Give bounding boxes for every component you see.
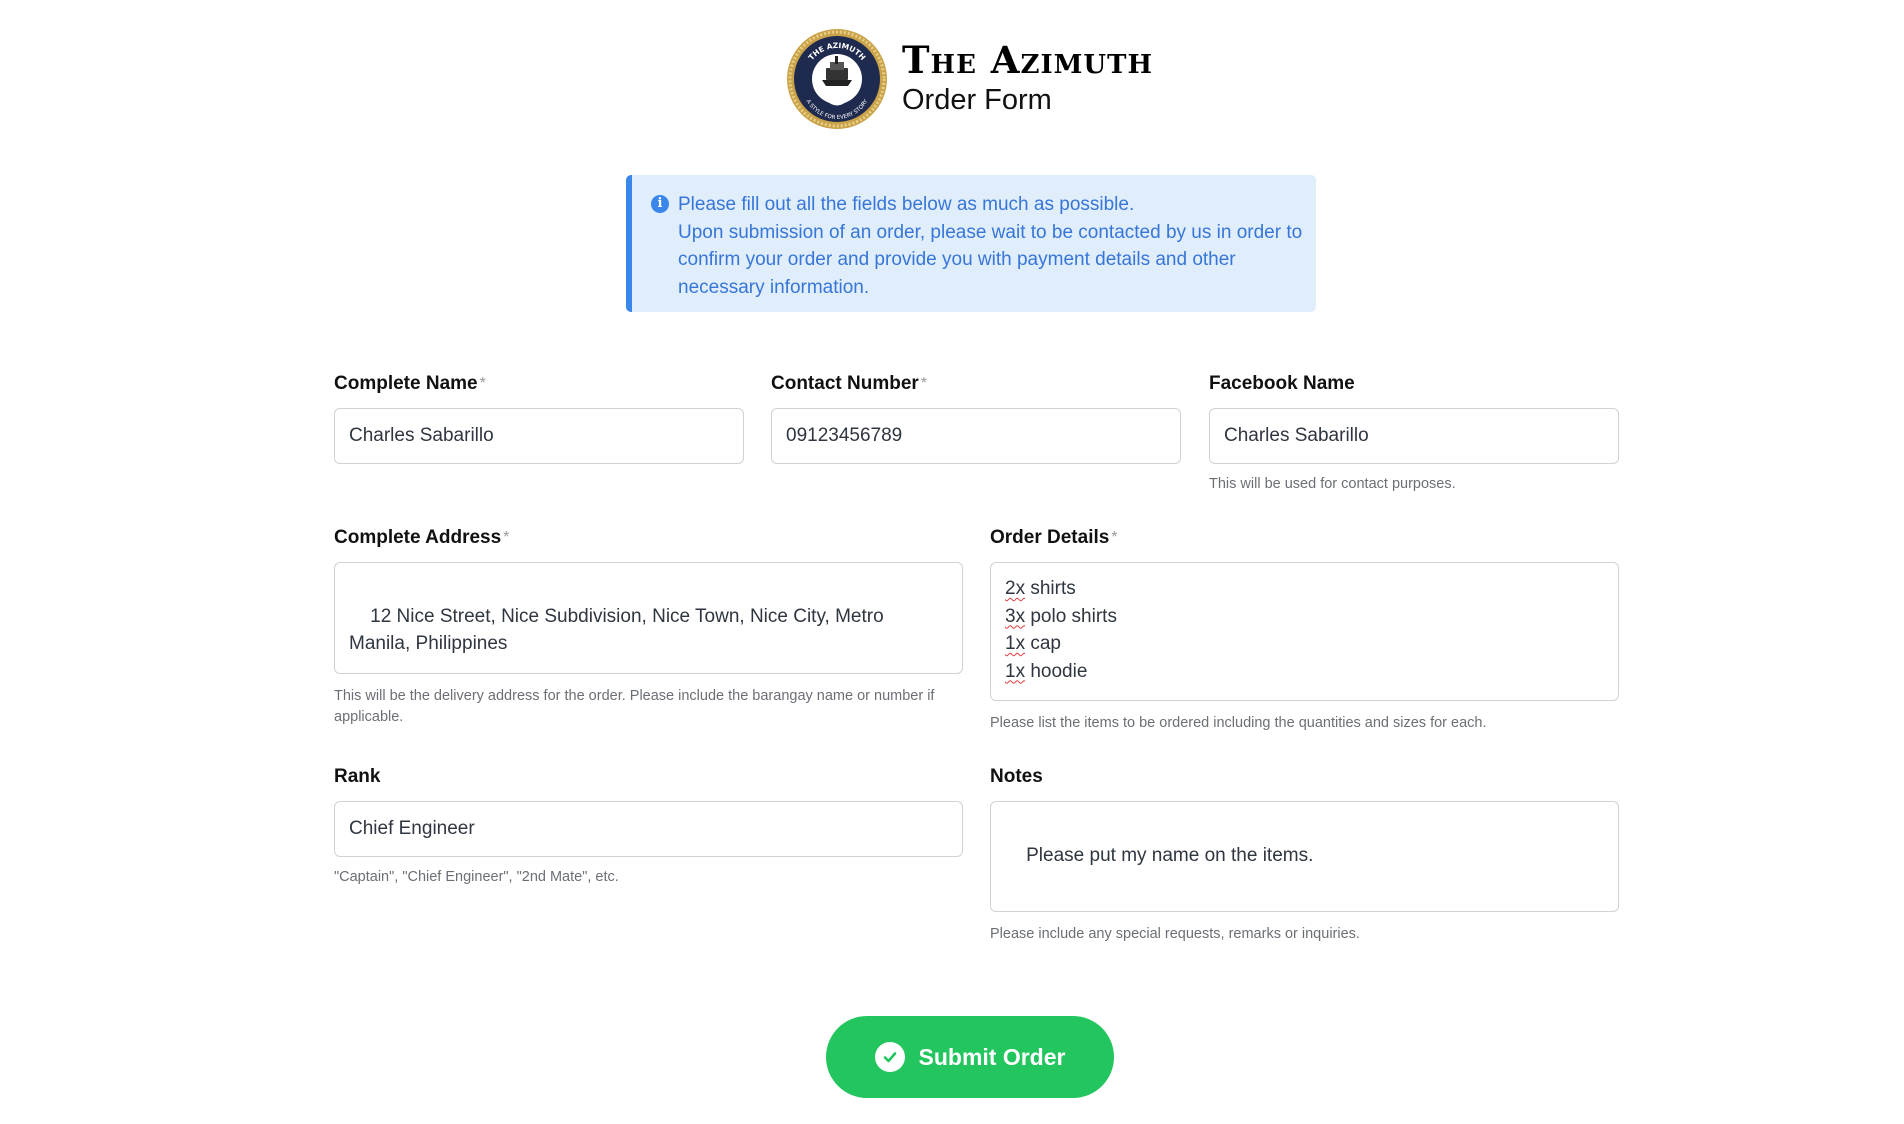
order-line: 2x shirts xyxy=(1005,575,1604,603)
complete-name-label-text: Complete Name xyxy=(334,373,478,394)
order-line: 1x hoodie xyxy=(1005,658,1604,686)
required-mark: * xyxy=(920,375,928,392)
complete-name-input[interactable]: Charles Sabarillo xyxy=(334,408,744,464)
contact-number-value: 09123456789 xyxy=(786,425,903,446)
order-details-textarea[interactable]: 2x shirts 3x polo shirts 1x cap 1x hoodi… xyxy=(990,562,1619,701)
contact-number-input[interactable]: 09123456789 xyxy=(771,408,1181,464)
complete-name-label: Complete Name * xyxy=(334,372,486,396)
required-mark: * xyxy=(479,375,486,392)
notes-help: Please include any special requests, rem… xyxy=(990,926,1360,942)
contact-number-label: Contact Number * xyxy=(771,372,927,396)
notes-label-text: Notes xyxy=(990,766,1043,787)
rank-label: Rank xyxy=(334,765,380,789)
complete-address-label-text: Complete Address xyxy=(334,527,502,548)
order-line-qty: 1x xyxy=(1005,660,1026,682)
page-title: Order Form xyxy=(902,84,1052,116)
order-line-item: polo shirts xyxy=(1025,605,1117,627)
info-icon: i xyxy=(651,195,669,213)
required-mark: * xyxy=(503,529,510,546)
order-line-qty: 2x xyxy=(1005,578,1026,599)
order-line: 1x cap xyxy=(1005,630,1604,658)
rank-input[interactable]: Chief Engineer xyxy=(334,801,963,857)
order-details-help: Please list the items to be ordered incl… xyxy=(990,715,1487,731)
submit-order-button[interactable]: Submit Order xyxy=(826,1016,1114,1098)
order-line: 3x polo shirts xyxy=(1005,603,1604,631)
facebook-name-label-text: Facebook Name xyxy=(1209,373,1355,394)
complete-name-value: Charles Sabarillo xyxy=(349,425,494,446)
facebook-name-label: Facebook Name xyxy=(1209,372,1355,396)
order-details-label-text: Order Details xyxy=(990,527,1110,548)
required-mark: * xyxy=(1111,529,1118,546)
complete-address-help: This will be the delivery address for th… xyxy=(334,688,935,725)
header: THE AZIMUTH A STYLE FOR EVERY STORY The … xyxy=(786,26,1153,132)
facebook-name-help: This will be used for contact purposes. xyxy=(1209,476,1456,492)
notice-line-1: Please fill out all the fields below as … xyxy=(678,194,1135,215)
order-line-item: hoodie xyxy=(1025,660,1088,682)
logo: THE AZIMUTH A STYLE FOR EVERY STORY xyxy=(786,28,888,130)
rank-help: "Captain", "Chief Engineer", "2nd Mate",… xyxy=(334,869,619,885)
complete-address-value: 12 Nice Street, Nice Subdivision, Nice T… xyxy=(349,605,889,655)
submit-order-label: Submit Order xyxy=(918,1043,1066,1070)
brand-title: The Azimuth xyxy=(902,38,1154,82)
order-line-qty: 3x xyxy=(1005,605,1026,627)
info-notice: i Please fill out all the fields below a… xyxy=(626,175,1316,312)
notes-textarea[interactable]: Please put my name on the items. xyxy=(990,801,1619,912)
notice-line-2: Upon submission of an order, please wait… xyxy=(678,221,1303,298)
notes-value: Please put my name on the items. xyxy=(1026,844,1314,866)
order-line-item: cap xyxy=(1025,633,1061,654)
check-icon xyxy=(883,1052,896,1063)
notes-label: Notes xyxy=(990,765,1043,789)
complete-address-textarea[interactable]: 12 Nice Street, Nice Subdivision, Nice T… xyxy=(334,562,963,674)
rank-value: Chief Engineer xyxy=(349,818,475,839)
order-form-page: THE AZIMUTH A STYLE FOR EVERY STORY The … xyxy=(0,0,1904,1124)
check-circle-icon xyxy=(874,1042,905,1072)
order-details-label: Order Details * xyxy=(990,526,1118,550)
facebook-name-input[interactable]: Charles Sabarillo xyxy=(1209,408,1619,464)
order-line-qty: 1x xyxy=(1005,633,1026,654)
contact-number-label-text: Contact Number xyxy=(771,373,919,394)
title-block: The Azimuth Order Form xyxy=(902,40,1153,118)
facebook-name-value: Charles Sabarillo xyxy=(1224,425,1369,446)
rank-label-text: Rank xyxy=(334,766,381,787)
anchor-ship-seal-icon: THE AZIMUTH A STYLE FOR EVERY STORY xyxy=(787,29,887,129)
complete-address-label: Complete Address * xyxy=(334,526,509,550)
order-line-item: shirts xyxy=(1025,578,1076,599)
